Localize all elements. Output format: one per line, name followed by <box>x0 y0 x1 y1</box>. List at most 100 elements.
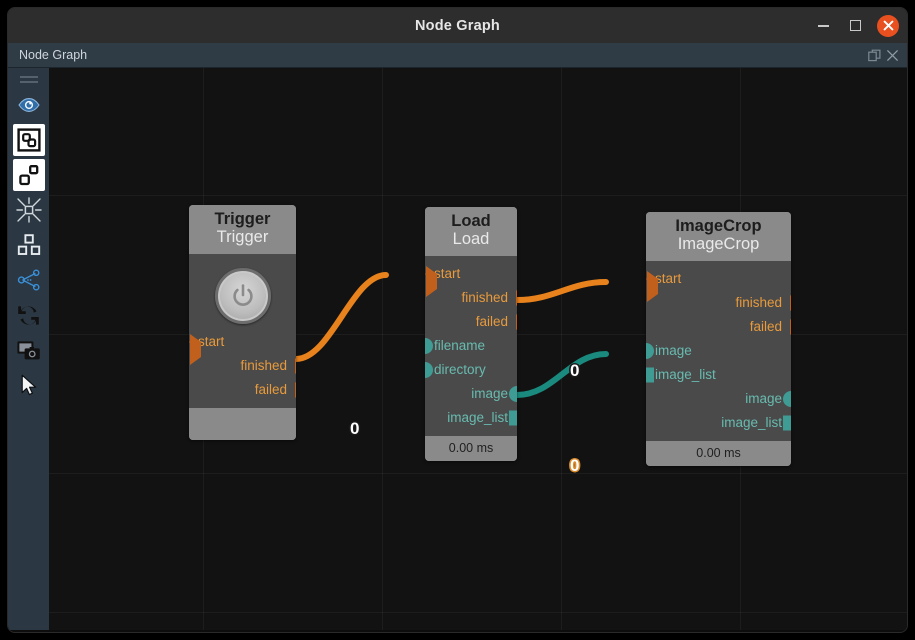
port-marker-triangle-icon[interactable] <box>425 265 437 297</box>
cursor-select-icon <box>21 374 36 396</box>
panel-title: Node Graph <box>19 48 88 62</box>
port-imagecrop-out-finished[interactable]: finished <box>646 291 791 315</box>
float-panel-button[interactable] <box>866 45 883 65</box>
port-load-in-directory[interactable]: directory <box>425 358 517 382</box>
port-label: image_list <box>721 415 782 431</box>
port-label: finished <box>735 295 782 311</box>
port-label: image <box>655 343 692 359</box>
node-load-header[interactable]: Load Load <box>425 207 517 256</box>
node-trigger-body: start finished failed <box>189 253 296 408</box>
port-trigger-out-finished[interactable]: finished <box>189 354 296 378</box>
port-marker-triangle-icon[interactable] <box>790 318 791 335</box>
trigger-power-button[interactable] <box>214 267 271 324</box>
port-label: finished <box>461 290 508 306</box>
node-load[interactable]: Load Load start finished failed filename… <box>425 207 517 461</box>
port-label: image <box>471 386 508 402</box>
tool-expand-nodes[interactable] <box>13 229 45 261</box>
node-imagecrop-header[interactable]: ImageCrop ImageCrop <box>646 212 791 261</box>
port-imagecrop-out-image-list[interactable]: image_list <box>646 411 791 435</box>
edge-badge-load-imagecrop-data: 0 <box>570 456 580 475</box>
tool-node-group[interactable] <box>12 124 45 156</box>
port-imagecrop-out-failed[interactable]: failed <box>646 315 791 339</box>
node-trigger-footer <box>189 407 296 440</box>
port-marker-circle-icon[interactable] <box>425 361 433 378</box>
port-marker-triangle-icon[interactable] <box>295 357 296 374</box>
port-imagecrop-in-image[interactable]: image <box>646 339 791 363</box>
port-marker-circle-icon[interactable] <box>646 342 654 359</box>
collapse-icon <box>15 197 42 223</box>
panel-header-actions <box>866 45 901 65</box>
port-load-in-start[interactable]: start <box>425 262 517 297</box>
port-marker-triangle-icon[interactable] <box>790 294 791 311</box>
expand-nodes-icon <box>17 234 40 255</box>
screenshot-icon <box>17 340 40 359</box>
port-marker-circle-icon[interactable] <box>509 385 517 402</box>
maximize-button[interactable] <box>841 12 869 40</box>
port-marker-triangle-icon[interactable] <box>646 270 658 302</box>
port-load-out-finished[interactable]: finished <box>425 286 517 310</box>
graph-toolbar <box>8 68 49 630</box>
port-label: start <box>655 271 682 287</box>
port-marker-triangle-icon[interactable] <box>516 313 517 330</box>
node-load-type: Load <box>451 212 491 230</box>
close-icon <box>883 20 893 31</box>
visibility-eye-icon <box>17 98 40 112</box>
port-marker-square-icon[interactable] <box>783 415 791 431</box>
port-label: image_list <box>447 410 508 426</box>
port-marker-square-icon[interactable] <box>509 410 517 426</box>
node-trigger[interactable]: Trigger Trigger start finished failed <box>189 205 296 440</box>
node-imagecrop-body: start finished failed image image_list i… <box>646 260 791 441</box>
node-trigger-power-wrap <box>189 260 296 330</box>
refresh-icon <box>18 305 39 325</box>
minimize-icon <box>817 24 829 27</box>
close-button[interactable] <box>877 14 899 37</box>
minimize-button[interactable] <box>809 12 837 40</box>
port-marker-circle-icon[interactable] <box>783 390 791 407</box>
toolbar-drag-handle[interactable] <box>19 76 38 83</box>
node-imagecrop-type: ImageCrop <box>675 217 762 235</box>
port-label: failed <box>254 382 287 398</box>
graph-canvas[interactable]: 0 0 0 Trigger Trigger start finished fai… <box>49 68 907 630</box>
panel-body: 0 0 0 Trigger Trigger start finished fai… <box>8 68 907 630</box>
port-label: filename <box>434 338 486 354</box>
window-controls <box>809 8 899 43</box>
tool-refresh[interactable] <box>13 299 45 331</box>
port-imagecrop-out-image[interactable]: image <box>646 387 791 411</box>
port-imagecrop-in-image-list[interactable]: image_list <box>646 363 791 387</box>
tool-screenshot[interactable] <box>13 334 45 366</box>
title-bar: Node Graph <box>8 8 907 43</box>
port-marker-triangle-icon[interactable] <box>189 333 201 365</box>
edge-badge-trigger-load: 0 <box>350 419 360 438</box>
port-load-out-failed[interactable]: failed <box>425 310 517 334</box>
port-label: directory <box>434 362 486 378</box>
port-trigger-in-start[interactable]: start <box>189 330 296 365</box>
port-load-out-image-list[interactable]: image_list <box>425 406 517 430</box>
edge-load-image-to-imagecrop-image <box>514 351 609 398</box>
port-marker-triangle-icon[interactable] <box>516 289 517 306</box>
port-trigger-out-failed[interactable]: failed <box>189 378 296 402</box>
power-icon <box>232 284 253 306</box>
node-trigger-header[interactable]: Trigger Trigger <box>189 205 296 254</box>
share-graph-icon <box>17 269 40 291</box>
port-load-out-image[interactable]: image <box>425 382 517 406</box>
edge-trigger-finished-to-load-start <box>293 272 389 362</box>
tool-visibility-eye[interactable] <box>13 89 45 121</box>
tool-share-graph[interactable] <box>13 264 45 296</box>
port-marker-circle-icon[interactable] <box>425 337 433 354</box>
tool-collapse[interactable] <box>13 194 45 226</box>
node-group-icon <box>16 128 41 152</box>
port-marker-triangle-icon[interactable] <box>295 381 296 398</box>
port-load-in-filename[interactable]: filename <box>425 334 517 358</box>
port-label: image <box>745 391 782 407</box>
node-imagecrop-footer: 0.00 ms <box>646 440 791 466</box>
close-panel-button[interactable] <box>884 45 901 65</box>
port-marker-square-icon[interactable] <box>646 367 654 383</box>
node-load-name: Load <box>452 230 490 249</box>
tool-cursor-select[interactable] <box>13 369 45 401</box>
edge-load-finished-to-imagecrop-start <box>514 279 609 303</box>
port-label: failed <box>475 314 508 330</box>
tool-node-layout[interactable] <box>12 159 45 191</box>
node-imagecrop[interactable]: ImageCrop ImageCrop start finished faile… <box>646 212 791 466</box>
edge-badge-load-imagecrop-exec: 0 <box>570 361 580 380</box>
port-imagecrop-in-start[interactable]: start <box>646 267 791 302</box>
